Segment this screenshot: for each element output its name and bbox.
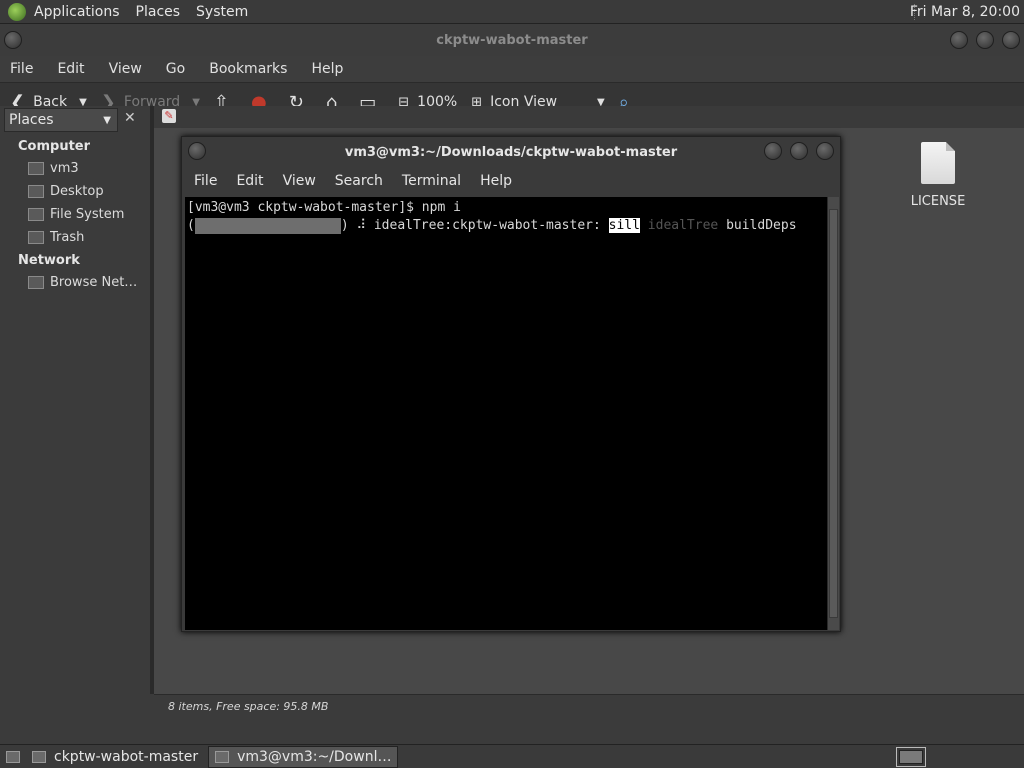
terminal-menu-search[interactable]: Search bbox=[335, 173, 383, 189]
log-message: buildDeps bbox=[726, 218, 797, 233]
drive-icon bbox=[28, 208, 44, 221]
terminal-line-command: [vm3@vm3 ckptw-wabot-master]$ npm i bbox=[187, 200, 461, 215]
system-menu[interactable]: System bbox=[196, 4, 248, 20]
terminal-menu-view[interactable]: View bbox=[283, 173, 316, 189]
spinner: ⠼ bbox=[356, 218, 367, 233]
distro-logo-icon[interactable] bbox=[8, 2, 26, 21]
maximize-button[interactable] bbox=[790, 142, 808, 160]
window-menu-icon[interactable] bbox=[4, 31, 22, 49]
sidebar-item-desktop[interactable]: Desktop bbox=[28, 183, 150, 200]
taskbar-item-file-manager[interactable]: ckptw-wabot-master bbox=[26, 746, 204, 768]
terminal-screen[interactable]: [vm3@vm3 ckptw-wabot-master]$ npm i () ⠼ … bbox=[185, 197, 827, 630]
bottom-panel: ckptw-wabot-master vm3@vm3:~/Downl… bbox=[0, 744, 1024, 768]
top-panel: Applications Places System Fri Mar 8, 20… bbox=[0, 0, 1024, 24]
places-selector[interactable]: Places ▼ bbox=[4, 108, 118, 132]
edit-location-icon[interactable]: ✎ bbox=[162, 109, 176, 123]
close-sidebar-icon[interactable]: ✕ bbox=[124, 110, 136, 126]
terminal-menu-file[interactable]: File bbox=[194, 173, 217, 189]
file-manager-title: ckptw-wabot-master bbox=[436, 32, 588, 48]
places-menu[interactable]: Places bbox=[136, 4, 181, 20]
minimize-button[interactable] bbox=[950, 31, 968, 49]
terminal-menu-terminal[interactable]: Terminal bbox=[402, 173, 461, 189]
workspace-1[interactable] bbox=[899, 750, 923, 764]
show-desktop-icon bbox=[6, 750, 20, 763]
progress-bar bbox=[194, 217, 341, 234]
terminal-window: vm3@vm3:~/Downloads/ckptw-wabot-master F… bbox=[181, 136, 841, 632]
menu-view[interactable]: View bbox=[109, 61, 142, 77]
sidebar-section-network: Network bbox=[18, 253, 80, 268]
terminal-scrollbar[interactable] bbox=[827, 197, 839, 630]
log-stage: idealTree bbox=[647, 218, 719, 233]
menu-edit[interactable]: Edit bbox=[57, 61, 84, 77]
close-button[interactable] bbox=[816, 142, 834, 160]
folder-icon bbox=[32, 750, 46, 763]
terminal-icon bbox=[215, 750, 230, 763]
file-name: LICENSE bbox=[910, 194, 966, 209]
trash-icon bbox=[28, 231, 44, 244]
show-desktop-button[interactable] bbox=[4, 746, 22, 768]
sidebar-section-computer: Computer bbox=[18, 139, 91, 154]
menu-help[interactable]: Help bbox=[311, 61, 343, 77]
workspace-switcher[interactable] bbox=[896, 747, 926, 767]
places-sidebar: Places ▼ ✕ Computer vm3 Desktop File Sys… bbox=[0, 106, 150, 694]
home-folder-icon bbox=[28, 162, 44, 175]
file-manager-menubar: File Edit View Go Bookmarks Help bbox=[0, 56, 1024, 82]
maximize-button[interactable] bbox=[976, 31, 994, 49]
minimize-button[interactable] bbox=[764, 142, 782, 160]
menu-bookmarks[interactable]: Bookmarks bbox=[209, 61, 287, 77]
file-manager-titlebar[interactable]: ckptw-wabot-master bbox=[0, 24, 1024, 56]
taskbar-item-terminal[interactable]: vm3@vm3:~/Downl… bbox=[208, 745, 399, 768]
path-bar: ✎ bbox=[154, 106, 1024, 128]
log-level: sill bbox=[608, 218, 640, 233]
close-button[interactable] bbox=[1002, 31, 1020, 49]
status-bar: 8 items, Free space: 95.8 MB bbox=[154, 694, 1024, 720]
sidebar-item-file-system[interactable]: File System bbox=[28, 206, 150, 223]
file-item[interactable]: LICENSE bbox=[910, 142, 966, 209]
menu-go[interactable]: Go bbox=[166, 61, 185, 77]
terminal-title: vm3@vm3:~/Downloads/ckptw-wabot-master bbox=[344, 144, 678, 160]
terminal-menu-help[interactable]: Help bbox=[480, 173, 512, 189]
sidebar-item-vm3[interactable]: vm3 bbox=[28, 160, 150, 177]
sidebar-item-browse-network[interactable]: Browse Net… bbox=[28, 274, 150, 291]
terminal-titlebar[interactable]: vm3@vm3:~/Downloads/ckptw-wabot-master bbox=[182, 137, 840, 167]
terminal-menubar: File Edit View Search Terminal Help bbox=[182, 167, 840, 195]
sidebar-item-trash[interactable]: Trash bbox=[28, 229, 150, 246]
document-icon bbox=[921, 142, 955, 184]
menu-file[interactable]: File bbox=[10, 61, 33, 77]
desktop-folder-icon bbox=[28, 185, 44, 198]
window-menu-icon[interactable] bbox=[188, 142, 206, 160]
applications-menu[interactable]: Applications bbox=[34, 4, 120, 20]
terminal-line-progress: () ⠼ idealTree:ckptw-wabot-master: sill … bbox=[187, 217, 797, 234]
network-icon bbox=[28, 276, 44, 289]
terminal-menu-edit[interactable]: Edit bbox=[236, 173, 263, 189]
scrollbar-thumb[interactable] bbox=[829, 209, 838, 618]
chevron-down-icon: ▼ bbox=[103, 114, 111, 126]
clock[interactable]: Fri Mar 8, 20:00 bbox=[910, 4, 1020, 20]
